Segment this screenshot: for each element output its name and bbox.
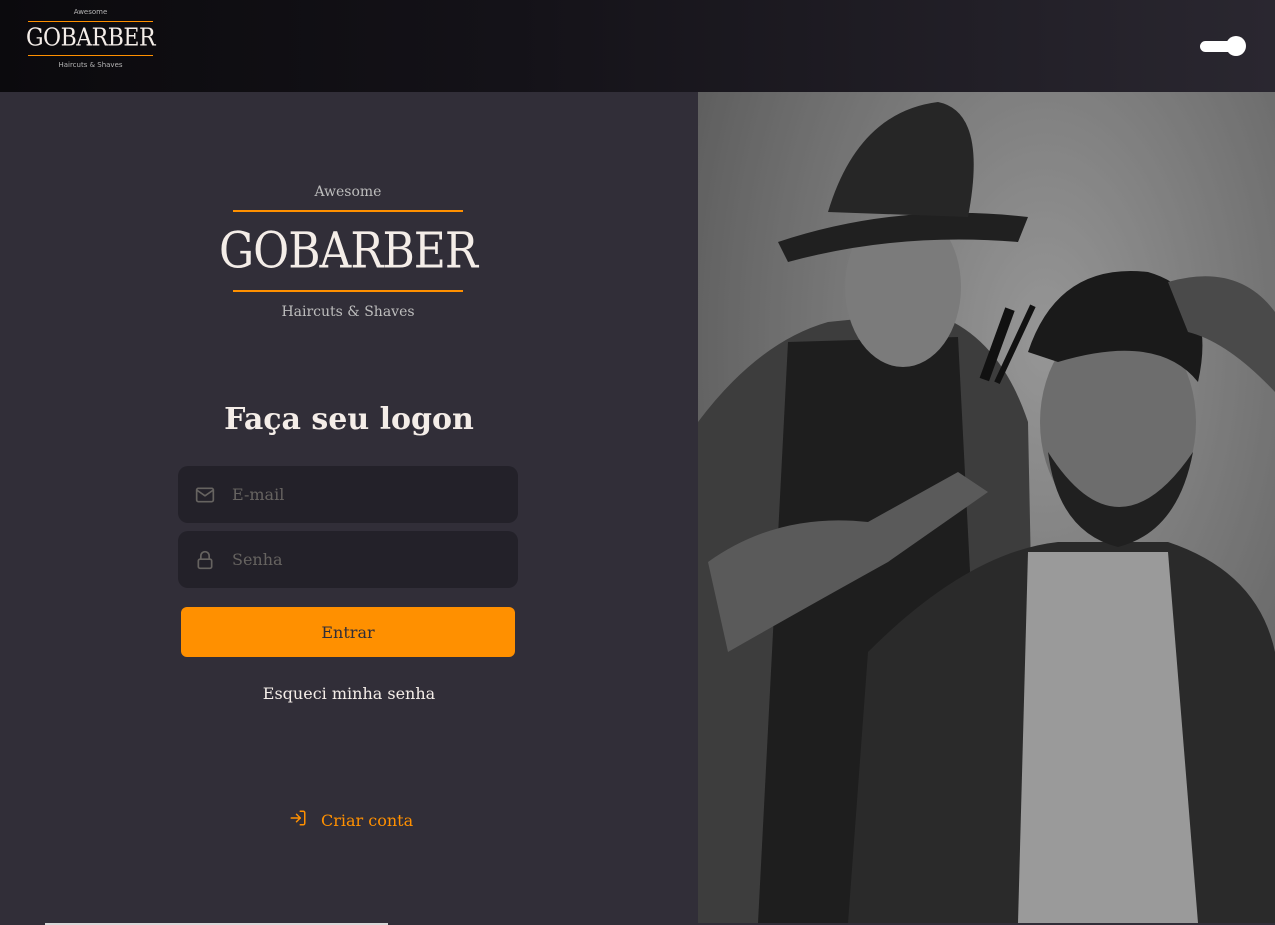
header-logo-top: Awesome bbox=[73, 8, 108, 16]
form-title: Faça seu logon bbox=[224, 402, 474, 437]
password-field[interactable] bbox=[178, 531, 518, 588]
lock-icon bbox=[195, 550, 215, 570]
mail-icon bbox=[195, 485, 215, 505]
login-panel: Awesome GOBARBER Haircuts & Shaves Faça … bbox=[0, 92, 698, 925]
header-logo[interactable]: Awesome GOBARBER Haircuts & Shaves bbox=[25, 6, 156, 86]
email-input[interactable] bbox=[232, 485, 518, 504]
theme-toggle[interactable] bbox=[1200, 36, 1246, 56]
create-account-label: Criar conta bbox=[321, 810, 414, 830]
toggle-knob bbox=[1226, 36, 1246, 56]
email-field[interactable] bbox=[178, 466, 518, 523]
header-logo-name-row: GOBARBER bbox=[25, 20, 156, 56]
password-input[interactable] bbox=[232, 550, 518, 569]
forgot-password-link[interactable]: Esqueci minha senha bbox=[0, 684, 698, 703]
brand-logo-name-row: GOBARBER bbox=[219, 212, 478, 290]
header-logo-name: GOBARBER bbox=[25, 24, 156, 53]
brand-logo-name: GOBARBER bbox=[218, 222, 478, 280]
create-account-link[interactable]: Criar conta bbox=[289, 809, 413, 831]
brand-logo: Awesome GOBARBER Haircuts & Shaves bbox=[219, 182, 478, 322]
barbershop-photo bbox=[698, 92, 1275, 923]
header-logo-tagline: Haircuts & Shaves bbox=[58, 61, 123, 69]
brand-logo-tagline: Haircuts & Shaves bbox=[281, 304, 415, 320]
brand-logo-top: Awesome bbox=[314, 184, 382, 200]
brand-logo-line bbox=[233, 290, 463, 292]
top-bar: Awesome GOBARBER Haircuts & Shaves bbox=[0, 0, 1275, 92]
submit-button[interactable]: Entrar bbox=[181, 607, 515, 657]
barber-illustration bbox=[698, 92, 1275, 923]
log-in-icon bbox=[289, 809, 307, 831]
